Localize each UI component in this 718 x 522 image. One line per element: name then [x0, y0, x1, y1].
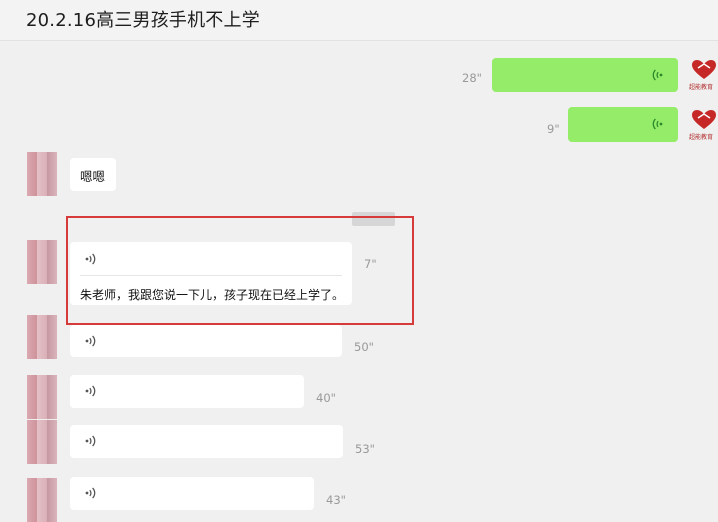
- contact-avatar[interactable]: [27, 240, 57, 284]
- voice-duration: 40": [316, 391, 336, 405]
- voice-wave-icon: [85, 335, 96, 347]
- contact-avatar[interactable]: [27, 478, 57, 522]
- highlight-box: [66, 216, 414, 325]
- brand-label: 超能教育: [689, 134, 714, 141]
- received-text-bubble[interactable]: 嗯嗯: [70, 158, 116, 191]
- voice-wave-icon: [652, 69, 663, 81]
- received-voice-bubble[interactable]: [70, 375, 304, 408]
- voice-duration: 53": [355, 442, 375, 456]
- received-voice-bubble[interactable]: [70, 477, 314, 510]
- chat-title: 20.2.16高三男孩手机不上学: [26, 10, 260, 31]
- voice-wave-icon: [652, 118, 663, 130]
- brand-label: 超能教育: [689, 84, 714, 91]
- voice-wave-icon: [85, 487, 96, 499]
- received-voice-bubble[interactable]: [70, 325, 342, 357]
- sent-voice-bubble[interactable]: [492, 58, 678, 92]
- voice-wave-icon: [85, 435, 96, 447]
- received-voice-bubble[interactable]: [70, 425, 343, 458]
- voice-duration: 28": [462, 71, 482, 85]
- message-text: 嗯嗯: [80, 169, 106, 184]
- sent-voice-bubble[interactable]: [568, 107, 678, 142]
- contact-avatar[interactable]: [27, 375, 57, 419]
- voice-duration: 43": [326, 493, 346, 507]
- contact-avatar[interactable]: [27, 420, 57, 464]
- voice-duration: 50": [354, 340, 374, 354]
- voice-duration: 9": [547, 122, 560, 136]
- contact-avatar[interactable]: [27, 152, 57, 196]
- voice-wave-icon: [85, 385, 96, 397]
- chat-header: 20.2.16高三男孩手机不上学: [0, 0, 718, 41]
- contact-avatar[interactable]: [27, 315, 57, 359]
